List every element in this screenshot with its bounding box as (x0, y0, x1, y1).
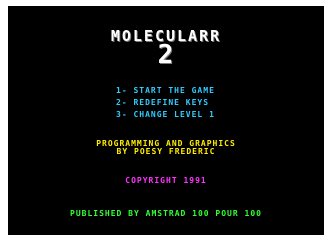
menu-item-change-level[interactable]: 3- CHANGE LEVEL 1 (116, 110, 266, 119)
credits-line-2: BY POESY FREDERIC (116, 147, 216, 156)
title-screen: MOLECULARR 2 1- START THE GAME 2- REDEFI… (8, 6, 324, 235)
menu-item-redefine-keys[interactable]: 2- REDEFINE KEYS (116, 98, 266, 107)
game-screen: MOLECULARR 2 1- START THE GAME 2- REDEFI… (0, 0, 333, 241)
copyright-text: COPYRIGHT 1991 (125, 176, 207, 185)
game-title-number: 2 (157, 40, 175, 70)
publisher-text: PUBLISHED BY AMSTRAD 100 POUR 100 (70, 209, 262, 218)
menu-item-start-game[interactable]: 1- START THE GAME (116, 86, 266, 95)
